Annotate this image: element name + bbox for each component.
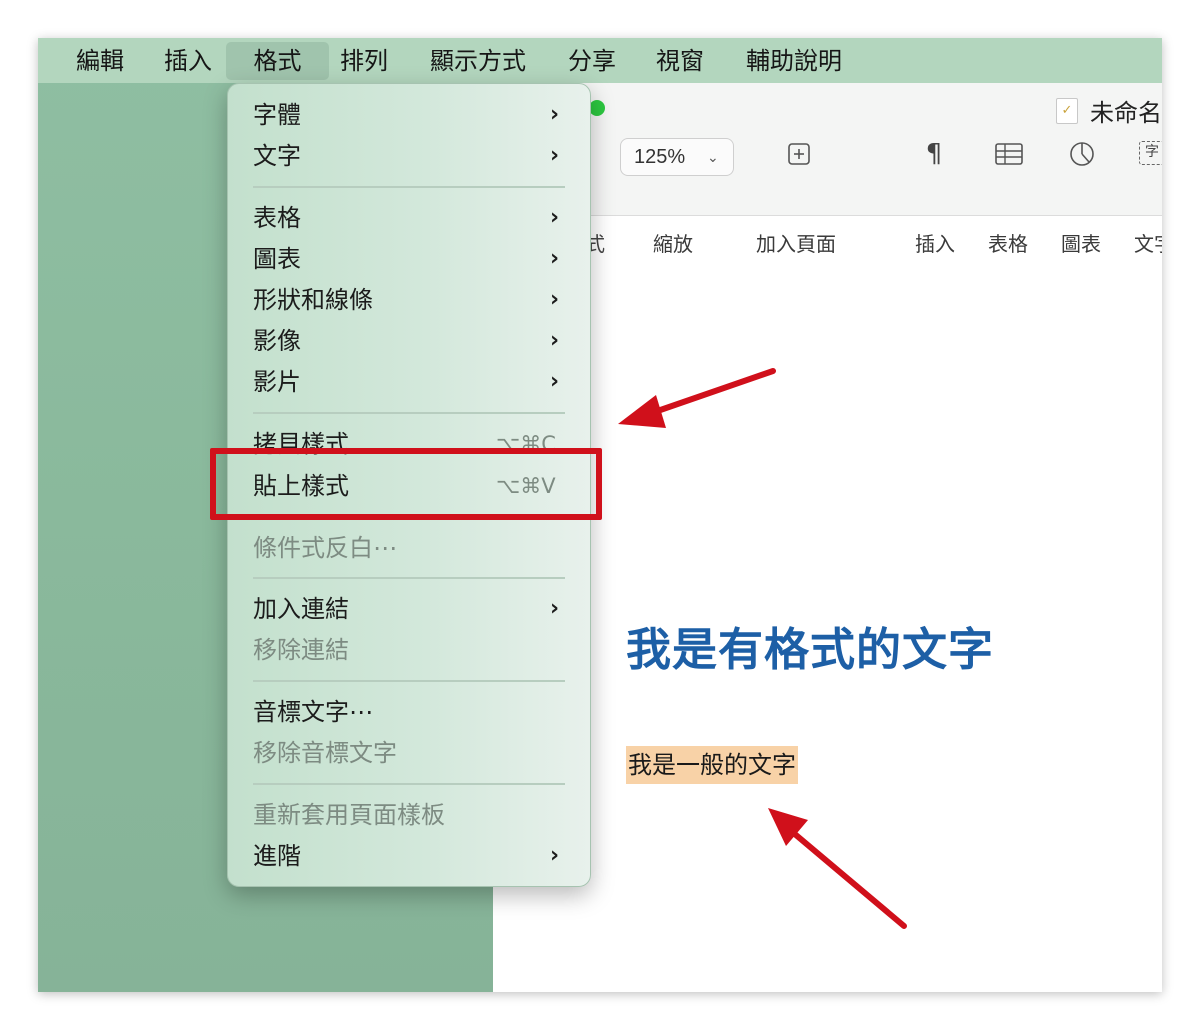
annotation-arrow-upper xyxy=(618,368,776,428)
screen: 編輯 插入 格式 排列 顯示方式 分享 視窗 輔助說明 ✓ 未命名 125% ⌄… xyxy=(38,38,1162,992)
annotation-arrow-lower xyxy=(768,808,907,929)
annotation-arrows xyxy=(618,368,907,929)
